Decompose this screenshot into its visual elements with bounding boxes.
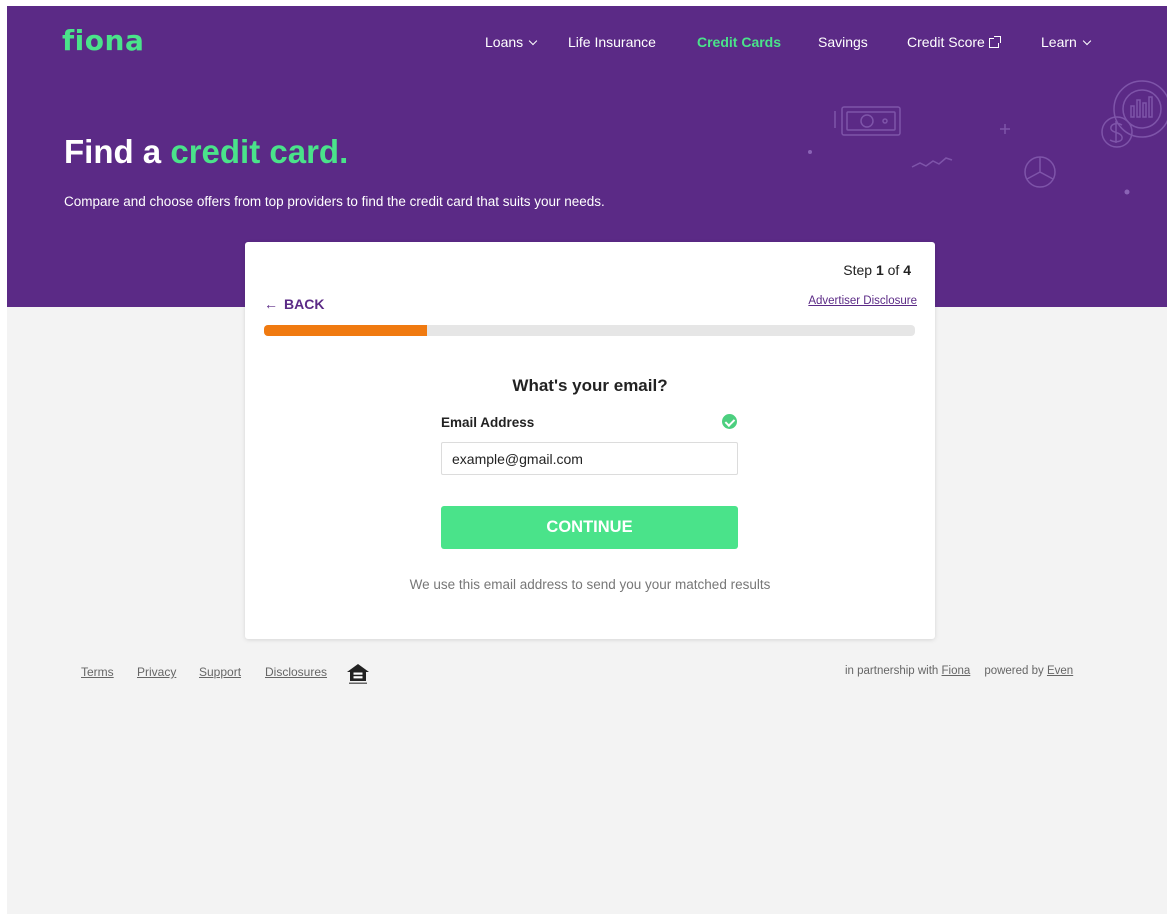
back-label: BACK: [284, 296, 325, 312]
powered-by-link-even[interactable]: Even: [1047, 665, 1073, 677]
chevron-down-icon: [1082, 36, 1092, 46]
nav-item-label: Learn: [1041, 34, 1077, 50]
page-title-prefix: Find a: [64, 133, 171, 170]
step-of: of: [883, 262, 904, 278]
nav-item-label: Loans: [485, 34, 524, 50]
nav-item-loans[interactable]: Loans: [485, 34, 538, 50]
partner-link-fiona[interactable]: Fiona: [942, 665, 971, 677]
nav-item-learn[interactable]: Learn: [1041, 34, 1092, 50]
page: fiona Loans Life Insurance Credit Cards …: [7, 6, 1167, 914]
email-field[interactable]: [441, 442, 738, 475]
progress-bar-fill: [264, 325, 427, 336]
nav-item-savings[interactable]: Savings: [818, 34, 868, 50]
footer-attribution: in partnership with Fiona powered by Even: [845, 665, 1073, 677]
nav-item-label: Credit Score: [907, 34, 985, 50]
nav-item-life-insurance[interactable]: Life Insurance: [568, 34, 656, 50]
back-button[interactable]: ← BACK: [264, 296, 324, 312]
arrow-left-icon: ←: [264, 296, 278, 312]
step-prefix: Step: [843, 262, 876, 278]
email-form-card: Step 1 of 4 ← BACK Advertiser Disclosure …: [245, 242, 935, 639]
nav-item-label: Savings: [818, 34, 868, 50]
step-total: 4: [903, 262, 911, 278]
email-field-label: Email Address: [441, 415, 535, 430]
main-nav: Loans Life Insurance Credit Cards Saving…: [7, 34, 1167, 54]
page-subtitle: Compare and choose offers from top provi…: [64, 194, 605, 209]
nav-item-label: Credit Cards: [697, 34, 782, 50]
check-circle-icon: [722, 414, 737, 429]
footer-link-support[interactable]: Support: [199, 665, 241, 679]
footer-link-privacy[interactable]: Privacy: [137, 665, 176, 679]
footer-link-terms[interactable]: Terms: [81, 665, 114, 679]
footer-link-disclosures[interactable]: Disclosures: [265, 665, 327, 679]
nav-item-label: Life Insurance: [568, 34, 656, 50]
progress-bar: [264, 325, 915, 336]
decorative-finance-illustration: [808, 80, 1167, 195]
page-title-accent: credit card.: [170, 133, 349, 170]
nav-item-credit-score[interactable]: Credit Score: [907, 34, 1001, 50]
form-question: What's your email?: [512, 376, 668, 395]
page-title: Find a credit card.: [64, 133, 348, 171]
chevron-down-icon: [528, 36, 538, 46]
equal-housing-lender-icon: [347, 664, 369, 684]
step-indicator: Step 1 of 4: [843, 262, 911, 278]
email-usage-note: We use this email address to send you yo…: [409, 577, 771, 592]
nav-item-credit-cards[interactable]: Credit Cards: [697, 34, 781, 50]
powered-by-text: powered by: [984, 665, 1047, 677]
external-link-icon: [988, 36, 1001, 48]
partnership-text: in partnership with: [845, 665, 942, 677]
step-current: 1: [875, 262, 884, 278]
advertiser-disclosure-link[interactable]: Advertiser Disclosure: [808, 295, 917, 307]
continue-button[interactable]: CONTINUE: [441, 506, 738, 549]
